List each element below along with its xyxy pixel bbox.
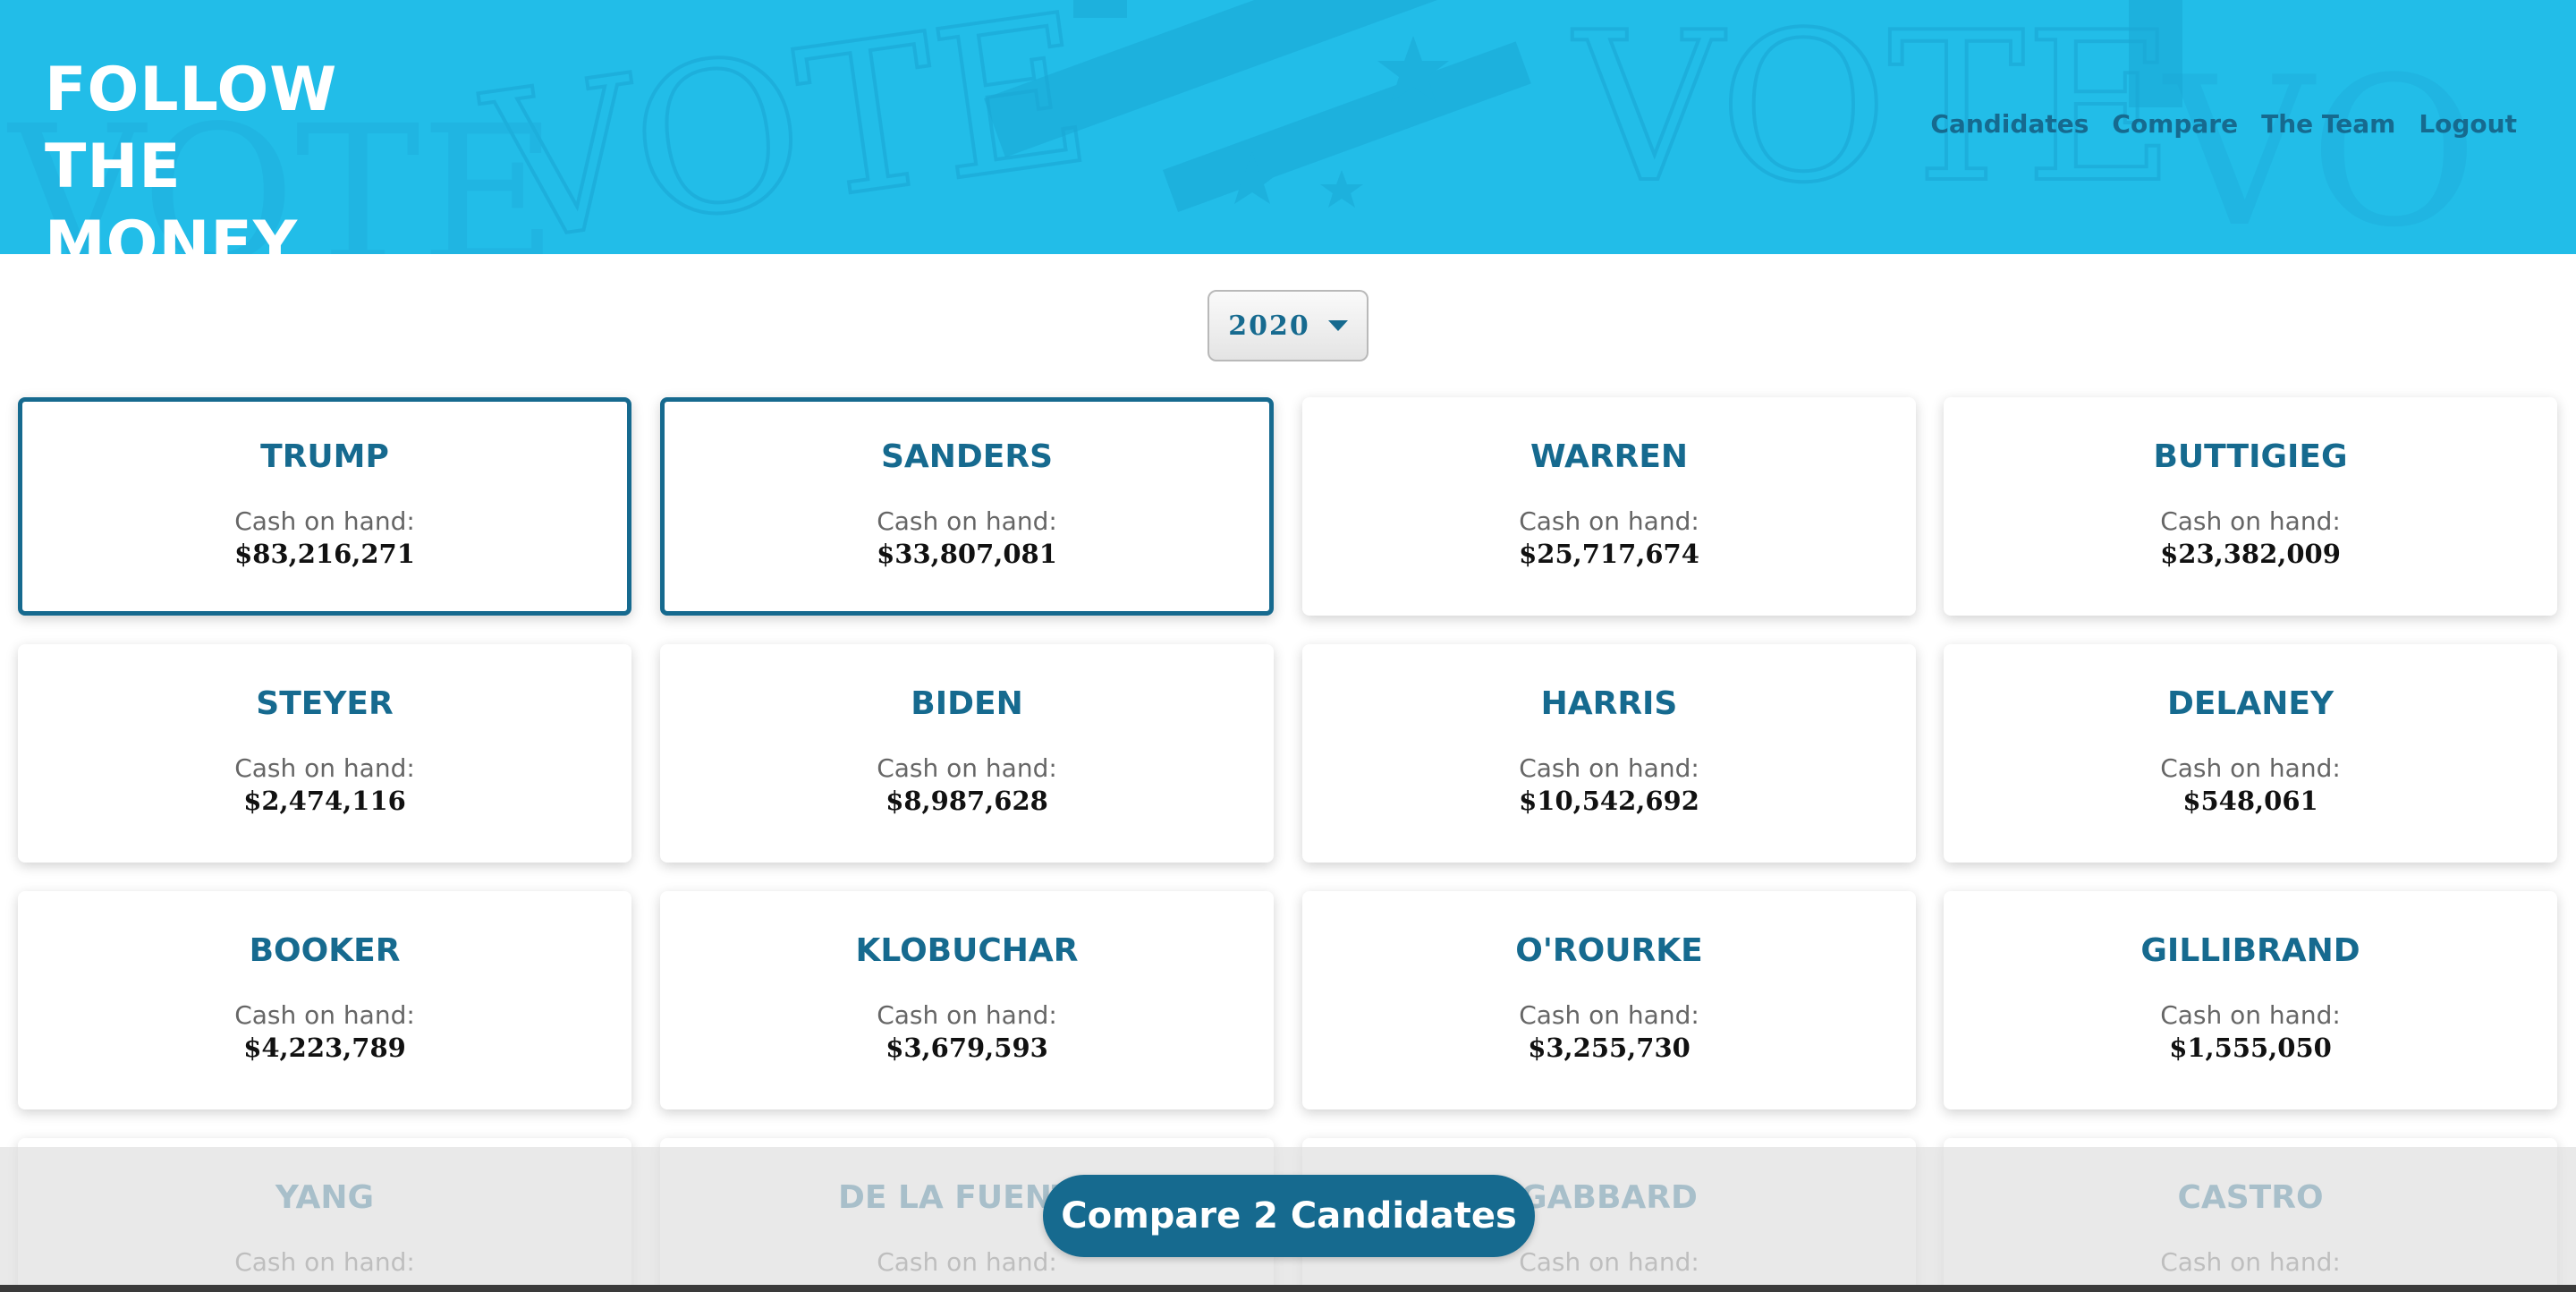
- cash-on-hand-value: $83,216,271: [234, 539, 415, 569]
- candidate-card[interactable]: BUTTIGIEG Cash on hand: $23,382,009: [1944, 397, 2557, 616]
- candidate-card[interactable]: YANG Cash on hand:: [18, 1138, 631, 1292]
- cash-on-hand-label: Cash on hand:: [877, 1000, 1057, 1030]
- candidate-card[interactable]: HARRIS Cash on hand: $10,542,692: [1302, 644, 1916, 863]
- candidate-card[interactable]: TRUMP Cash on hand: $83,216,271: [18, 397, 631, 616]
- cash-on-hand-value: $33,807,081: [877, 539, 1057, 569]
- candidate-card[interactable]: KLOBUCHAR Cash on hand: $3,679,593: [660, 891, 1274, 1109]
- candidate-name: GILLIBRAND: [2140, 932, 2360, 969]
- cash-on-hand-label: Cash on hand:: [234, 506, 415, 536]
- candidate-name: HARRIS: [1540, 685, 1678, 722]
- site-title[interactable]: FOLLOW THE MONEY: [45, 52, 456, 254]
- candidate-name: WARREN: [1530, 438, 1689, 475]
- svg-text:VO: VO: [2162, 34, 2479, 254]
- nav-candidates[interactable]: Candidates: [1930, 109, 2089, 139]
- site-title-line-2: MONEY: [45, 208, 299, 254]
- cash-on-hand-value: $2,474,116: [243, 786, 406, 816]
- cash-on-hand-value: $23,382,009: [2160, 539, 2341, 569]
- candidate-name: KLOBUCHAR: [855, 932, 1079, 969]
- site-header: VOTE VOTE VOTE VO FOLLOW THE MONEY Candi…: [0, 0, 2576, 254]
- cash-on-hand-label: Cash on hand:: [234, 753, 415, 783]
- year-select[interactable]: 2020: [1208, 290, 1368, 361]
- candidate-card[interactable]: CASTRO Cash on hand:: [1944, 1138, 2557, 1292]
- nav-the-team[interactable]: The Team: [2261, 109, 2395, 139]
- candidate-name: BUTTIGIEG: [2153, 438, 2348, 475]
- cash-on-hand-label: Cash on hand:: [877, 506, 1057, 536]
- candidate-name: CASTRO: [2177, 1179, 2324, 1216]
- main-nav: Candidates Compare The Team Logout: [1930, 109, 2517, 139]
- cash-on-hand-label: Cash on hand:: [1519, 1000, 1699, 1030]
- candidate-name: O'ROURKE: [1515, 932, 1703, 969]
- cash-on-hand-value: $1,555,050: [2169, 1033, 2332, 1063]
- candidate-name: SANDERS: [880, 438, 1054, 475]
- candidate-name: TRUMP: [260, 438, 389, 475]
- nav-compare[interactable]: Compare: [2112, 109, 2238, 139]
- cash-on-hand-value: $4,223,789: [243, 1033, 406, 1063]
- candidate-name: YANG: [275, 1179, 375, 1216]
- cash-on-hand-value: $8,987,628: [886, 786, 1048, 816]
- candidate-name: STEYER: [256, 685, 394, 722]
- cash-on-hand-label: Cash on hand:: [234, 1247, 415, 1277]
- cash-on-hand-value: $25,717,674: [1519, 539, 1699, 569]
- cash-on-hand-label: Cash on hand:: [234, 1000, 415, 1030]
- cash-on-hand-label: Cash on hand:: [1519, 753, 1699, 783]
- caret-down-icon: [1327, 320, 1348, 331]
- year-select-value: 2020: [1228, 310, 1310, 342]
- candidate-card[interactable]: SANDERS Cash on hand: $33,807,081: [660, 397, 1274, 616]
- candidate-card[interactable]: O'ROURKE Cash on hand: $3,255,730: [1302, 891, 1916, 1109]
- cash-on-hand-label: Cash on hand:: [2160, 1247, 2341, 1277]
- candidate-name: BIDEN: [911, 685, 1023, 722]
- nav-logout[interactable]: Logout: [2419, 109, 2517, 139]
- cash-on-hand-value: $3,679,593: [886, 1033, 1048, 1063]
- candidate-card[interactable]: WARREN Cash on hand: $25,717,674: [1302, 397, 1916, 616]
- candidate-card[interactable]: STEYER Cash on hand: $2,474,116: [18, 644, 631, 863]
- cash-on-hand-value: $548,061: [2182, 786, 2318, 816]
- cash-on-hand-label: Cash on hand:: [2160, 1000, 2341, 1030]
- candidate-name: DELANEY: [2166, 685, 2334, 722]
- candidate-card[interactable]: DELANEY Cash on hand: $548,061: [1944, 644, 2557, 863]
- cash-on-hand-label: Cash on hand:: [877, 753, 1057, 783]
- cash-on-hand-label: Cash on hand:: [2160, 753, 2341, 783]
- compare-candidates-button[interactable]: Compare 2 Candidates: [1043, 1175, 1535, 1257]
- candidate-name: BOOKER: [249, 932, 401, 969]
- cash-on-hand-value: $3,255,730: [1528, 1033, 1690, 1063]
- cash-on-hand-label: Cash on hand:: [1519, 506, 1699, 536]
- candidate-card[interactable]: GILLIBRAND Cash on hand: $1,555,050: [1944, 891, 2557, 1109]
- cash-on-hand-value: $10,542,692: [1519, 786, 1699, 816]
- site-title-line-1: FOLLOW THE: [45, 55, 338, 202]
- cash-on-hand-label: Cash on hand:: [2160, 506, 2341, 536]
- candidate-card[interactable]: BIDEN Cash on hand: $8,987,628: [660, 644, 1274, 863]
- candidate-card[interactable]: BOOKER Cash on hand: $4,223,789: [18, 891, 631, 1109]
- window-bottom-edge: [0, 1285, 2576, 1292]
